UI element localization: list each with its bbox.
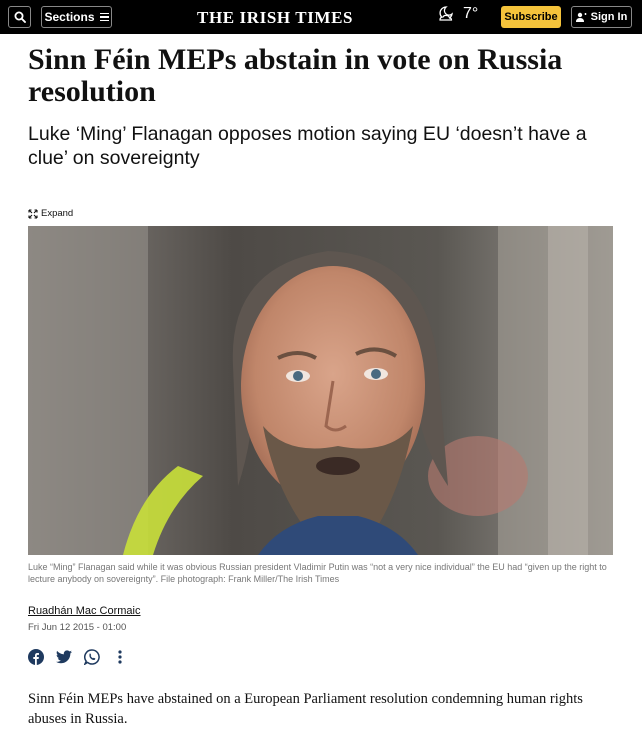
publish-date: Fri Jun 12 2015 - 01:00 <box>28 622 127 633</box>
share-bar <box>28 649 128 665</box>
weather-widget[interactable]: 7° <box>437 5 478 23</box>
author-link[interactable]: Ruadhán Mac Cormaic <box>28 605 141 617</box>
whatsapp-icon[interactable] <box>84 649 100 665</box>
site-logo[interactable]: THE IRISH TIMES <box>197 8 353 28</box>
article-body-paragraph: Sinn Féin MEPs have abstained on a Europ… <box>28 691 583 727</box>
sections-label: Sections <box>44 10 95 24</box>
lead-photo[interactable] <box>28 226 613 555</box>
hamburger-icon <box>99 12 109 22</box>
expand-icon <box>28 208 38 219</box>
facebook-icon[interactable] <box>28 649 44 665</box>
expand-image-button[interactable]: Expand <box>28 208 73 219</box>
article-headline: Sinn Féin MEPs abstain in vote on Russia… <box>28 43 563 108</box>
more-vertical-icon[interactable] <box>112 649 128 665</box>
user-icon <box>575 12 587 22</box>
temperature: 7° <box>463 5 479 22</box>
twitter-icon[interactable] <box>56 649 72 665</box>
photo-caption: Luke “Ming” Flanagan said while it was o… <box>28 562 607 584</box>
subscribe-button[interactable]: Subscribe <box>501 6 561 28</box>
top-nav-bar: Sections THE IRISH TIMES 7° Subscribe Si… <box>0 0 642 34</box>
sections-button[interactable]: Sections <box>41 6 112 28</box>
expand-label: Expand <box>41 208 74 219</box>
sign-in-button[interactable]: Sign In <box>571 6 632 28</box>
sign-in-label: Sign In <box>590 11 628 23</box>
moon-cloud-icon <box>439 6 453 21</box>
search-button[interactable] <box>8 6 31 28</box>
search-icon <box>14 11 26 23</box>
article-standfirst: Luke ‘Ming’ Flanagan opposes motion sayi… <box>28 123 587 169</box>
